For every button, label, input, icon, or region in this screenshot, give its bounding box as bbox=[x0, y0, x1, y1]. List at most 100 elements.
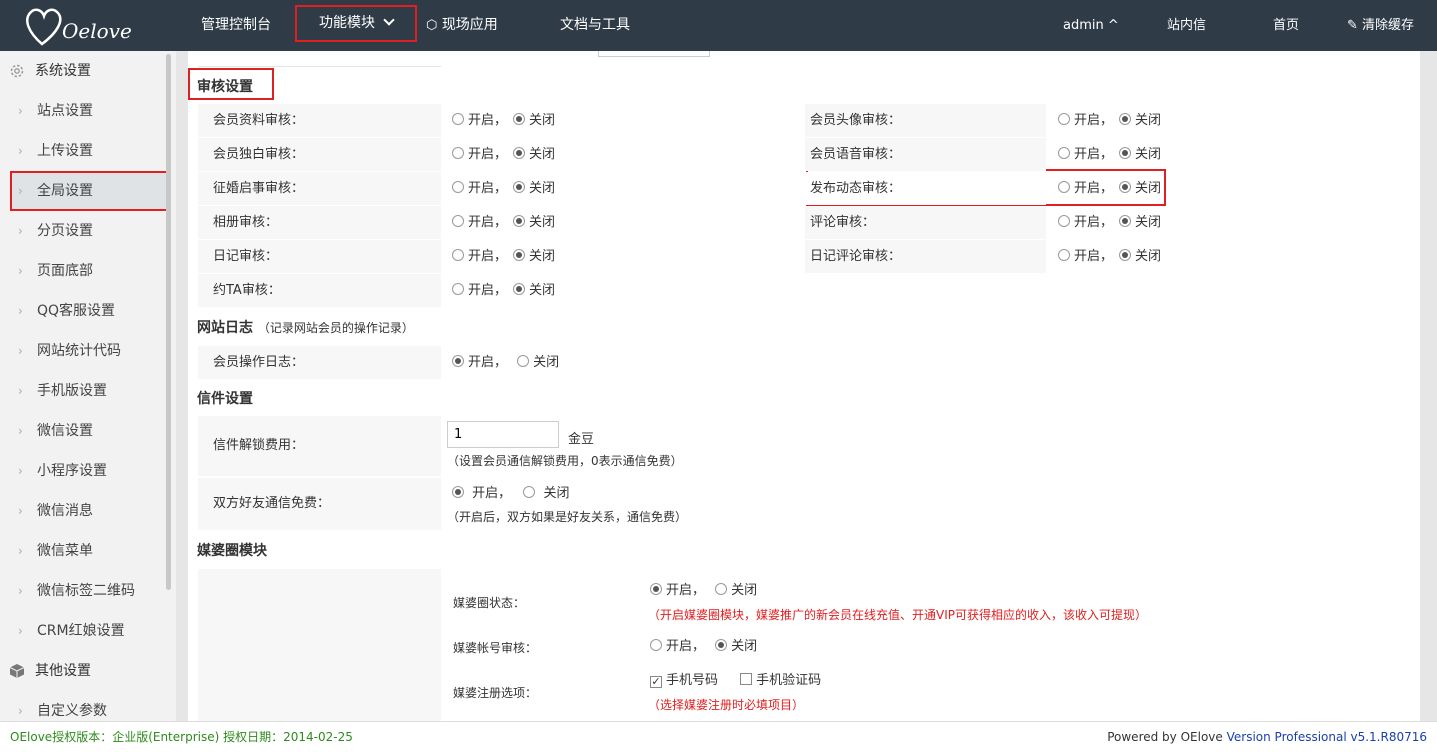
cube-icon bbox=[9, 664, 25, 678]
audit-on-radio[interactable]: 开启， bbox=[1058, 113, 1113, 128]
radio-label: 开启， bbox=[1074, 147, 1114, 162]
sidebar-item-wechat-qr[interactable]: › 微信标签二维码 bbox=[0, 571, 176, 611]
audit-off-radio[interactable]: 关闭 bbox=[513, 147, 555, 162]
radio-selected-icon bbox=[513, 113, 526, 125]
member-log-on-radio[interactable]: 开启， bbox=[452, 355, 507, 370]
radio-selected-icon bbox=[1119, 215, 1132, 227]
audit-on-radio[interactable]: 开启， bbox=[452, 147, 507, 162]
top-navbar: Oelove 管理控制台 功能模块 ⬡ 现场应用 文档与工具 admin ^ 站… bbox=[0, 0, 1437, 51]
letter-fee-input[interactable] bbox=[447, 421, 559, 448]
sidebar-item-crm[interactable]: › CRM红娘设置 bbox=[0, 611, 176, 651]
audit-on-radio[interactable]: 开启， bbox=[1058, 181, 1113, 196]
audit-on-radio[interactable]: 开启， bbox=[452, 181, 507, 196]
mp-audit-on-radio[interactable]: 开启， bbox=[650, 639, 705, 654]
sidebar-item-label: 微信标签二维码 bbox=[37, 583, 135, 599]
radio-label: 关闭 bbox=[1135, 147, 1162, 162]
audit-on-radio[interactable]: 开启， bbox=[452, 215, 507, 230]
nav-onsite[interactable]: ⬡ 现场应用 bbox=[426, 0, 498, 51]
nav-docs-tools[interactable]: 文档与工具 bbox=[560, 0, 630, 51]
radio-label: 开启， bbox=[468, 215, 508, 230]
chevron-right-icon: › bbox=[18, 264, 23, 278]
mp-status-hint: （开启媒婆圈模块，媒婆推广的新会员在线充值、开通VIP可获得相应的收入，该收入可… bbox=[648, 608, 1147, 622]
mp-reg-code-checkbox[interactable]: 手机验证码 bbox=[740, 673, 821, 688]
radio-selected-icon bbox=[650, 583, 662, 595]
chevron-right-icon: › bbox=[18, 184, 23, 198]
sidebar-group-system[interactable]: 系统设置 bbox=[0, 51, 176, 91]
clear-cache-button[interactable]: ✎ 清除缓存 bbox=[1347, 0, 1414, 51]
sidebar-scrollbar[interactable] bbox=[166, 54, 171, 590]
friend-free-on-radio[interactable]: 开启， bbox=[452, 486, 511, 501]
radio-label: 开启， bbox=[468, 181, 508, 196]
sidebar-item-paging[interactable]: › 分页设置 bbox=[0, 211, 176, 251]
sidebar-item-site[interactable]: › 站点设置 bbox=[0, 91, 176, 131]
nav-modules[interactable]: 功能模块 bbox=[295, 5, 418, 42]
sidebar-item-stats[interactable]: › 网站统计代码 bbox=[0, 331, 176, 371]
audit-on-radio[interactable]: 开启， bbox=[452, 113, 507, 128]
friend-free-off-radio[interactable]: 关闭 bbox=[523, 486, 569, 501]
radio-label: 关闭 bbox=[529, 249, 556, 264]
audit-off-radio[interactable]: 关闭 bbox=[513, 283, 555, 298]
radio-selected-icon bbox=[1119, 181, 1132, 193]
sidebar-item-label: 自定义参数 bbox=[37, 703, 107, 719]
letter-fee-hint: （设置会员通信解锁费用，0表示通信免费） bbox=[447, 454, 683, 468]
version-link[interactable]: Version Professional v5.1.R80716 bbox=[1227, 730, 1427, 744]
radio-selected-icon bbox=[513, 215, 526, 227]
home-link[interactable]: 首页 bbox=[1273, 0, 1299, 51]
radio-empty-icon bbox=[650, 639, 662, 651]
audit-off-radio[interactable]: 关闭 bbox=[513, 181, 555, 196]
audit-off-radio[interactable]: 关闭 bbox=[513, 249, 555, 264]
sidebar-item-mobile[interactable]: › 手机版设置 bbox=[0, 371, 176, 411]
friend-free-label: 双方好友通信免费： bbox=[198, 478, 441, 530]
audit-on-radio[interactable]: 开启， bbox=[452, 249, 507, 264]
audit-left-label: 日记审核： bbox=[198, 240, 441, 273]
sidebar-item-upload[interactable]: › 上传设置 bbox=[0, 131, 176, 171]
sidebar-group-other[interactable]: 其他设置 bbox=[0, 651, 176, 691]
sidebar-item-label: 上传设置 bbox=[37, 143, 93, 159]
sidebar-item-global[interactable]: › 全局设置 bbox=[10, 171, 170, 211]
chevron-right-icon: › bbox=[18, 144, 23, 158]
messages-link[interactable]: 站内信 bbox=[1167, 0, 1206, 51]
audit-off-radio[interactable]: 关闭 bbox=[1119, 147, 1161, 162]
audit-off-radio[interactable]: 关闭 bbox=[513, 215, 555, 230]
audit-on-radio[interactable]: 开启， bbox=[1058, 147, 1113, 162]
user-menu[interactable]: admin ^ bbox=[1063, 0, 1119, 51]
mp-status-off-radio[interactable]: 关闭 bbox=[715, 583, 757, 598]
audit-right-options: 开启， 关闭 bbox=[1058, 172, 1161, 205]
sidebar-item-wechat[interactable]: › 微信设置 bbox=[0, 411, 176, 451]
audit-on-radio[interactable]: 开启， bbox=[1058, 249, 1113, 264]
radio-label: 关闭 bbox=[529, 181, 556, 196]
nav-dashboard[interactable]: 管理控制台 bbox=[201, 0, 271, 51]
audit-off-radio[interactable]: 关闭 bbox=[1119, 215, 1161, 230]
audit-off-radio[interactable]: 关闭 bbox=[513, 113, 555, 128]
mp-status-on-radio[interactable]: 开启， bbox=[650, 583, 705, 598]
svg-text:Oelove: Oelove bbox=[62, 19, 132, 43]
gear-icon bbox=[10, 64, 24, 78]
sidebar-item-wechat-msg[interactable]: › 微信消息 bbox=[0, 491, 176, 531]
chevron-right-icon: › bbox=[18, 584, 23, 598]
radio-label: 关闭 bbox=[731, 583, 758, 598]
audit-off-radio[interactable]: 关闭 bbox=[1119, 113, 1161, 128]
sidebar-item-qq[interactable]: › QQ客服设置 bbox=[0, 291, 176, 331]
sidebar-item-miniprogram[interactable]: › 小程序设置 bbox=[0, 451, 176, 491]
chevron-right-icon: › bbox=[18, 104, 23, 118]
oelove-logo[interactable]: Oelove bbox=[22, 4, 132, 48]
radio-selected-icon bbox=[1119, 249, 1132, 261]
mp-reg-phone-checkbox[interactable]: ✓ 手机号码 bbox=[650, 673, 718, 688]
audit-left-label: 会员独白审核： bbox=[198, 138, 441, 171]
mp-audit-off-radio[interactable]: 关闭 bbox=[715, 639, 757, 654]
powered-by-text: Powered by OElove bbox=[1107, 730, 1223, 744]
broom-icon: ✎ bbox=[1347, 18, 1358, 33]
radio-empty-icon bbox=[452, 113, 464, 125]
audit-off-radio[interactable]: 关闭 bbox=[1119, 181, 1161, 196]
sidebar-item-wechat-menu[interactable]: › 微信菜单 bbox=[0, 531, 176, 571]
member-log-off-radio[interactable]: 关闭 bbox=[517, 355, 559, 370]
radio-label: 开启， bbox=[468, 147, 508, 162]
radio-empty-icon bbox=[517, 355, 530, 367]
sidebar-item-custom-params[interactable]: › 自定义参数 bbox=[0, 691, 176, 721]
radio-empty-icon bbox=[715, 583, 728, 595]
audit-off-radio[interactable]: 关闭 bbox=[1119, 249, 1161, 264]
audit-on-radio[interactable]: 开启， bbox=[1058, 215, 1113, 230]
audit-on-radio[interactable]: 开启， bbox=[452, 283, 507, 298]
mp-reg-label: 媒婆注册选项： bbox=[453, 686, 538, 700]
sidebar-item-footer[interactable]: › 页面底部 bbox=[0, 251, 176, 291]
